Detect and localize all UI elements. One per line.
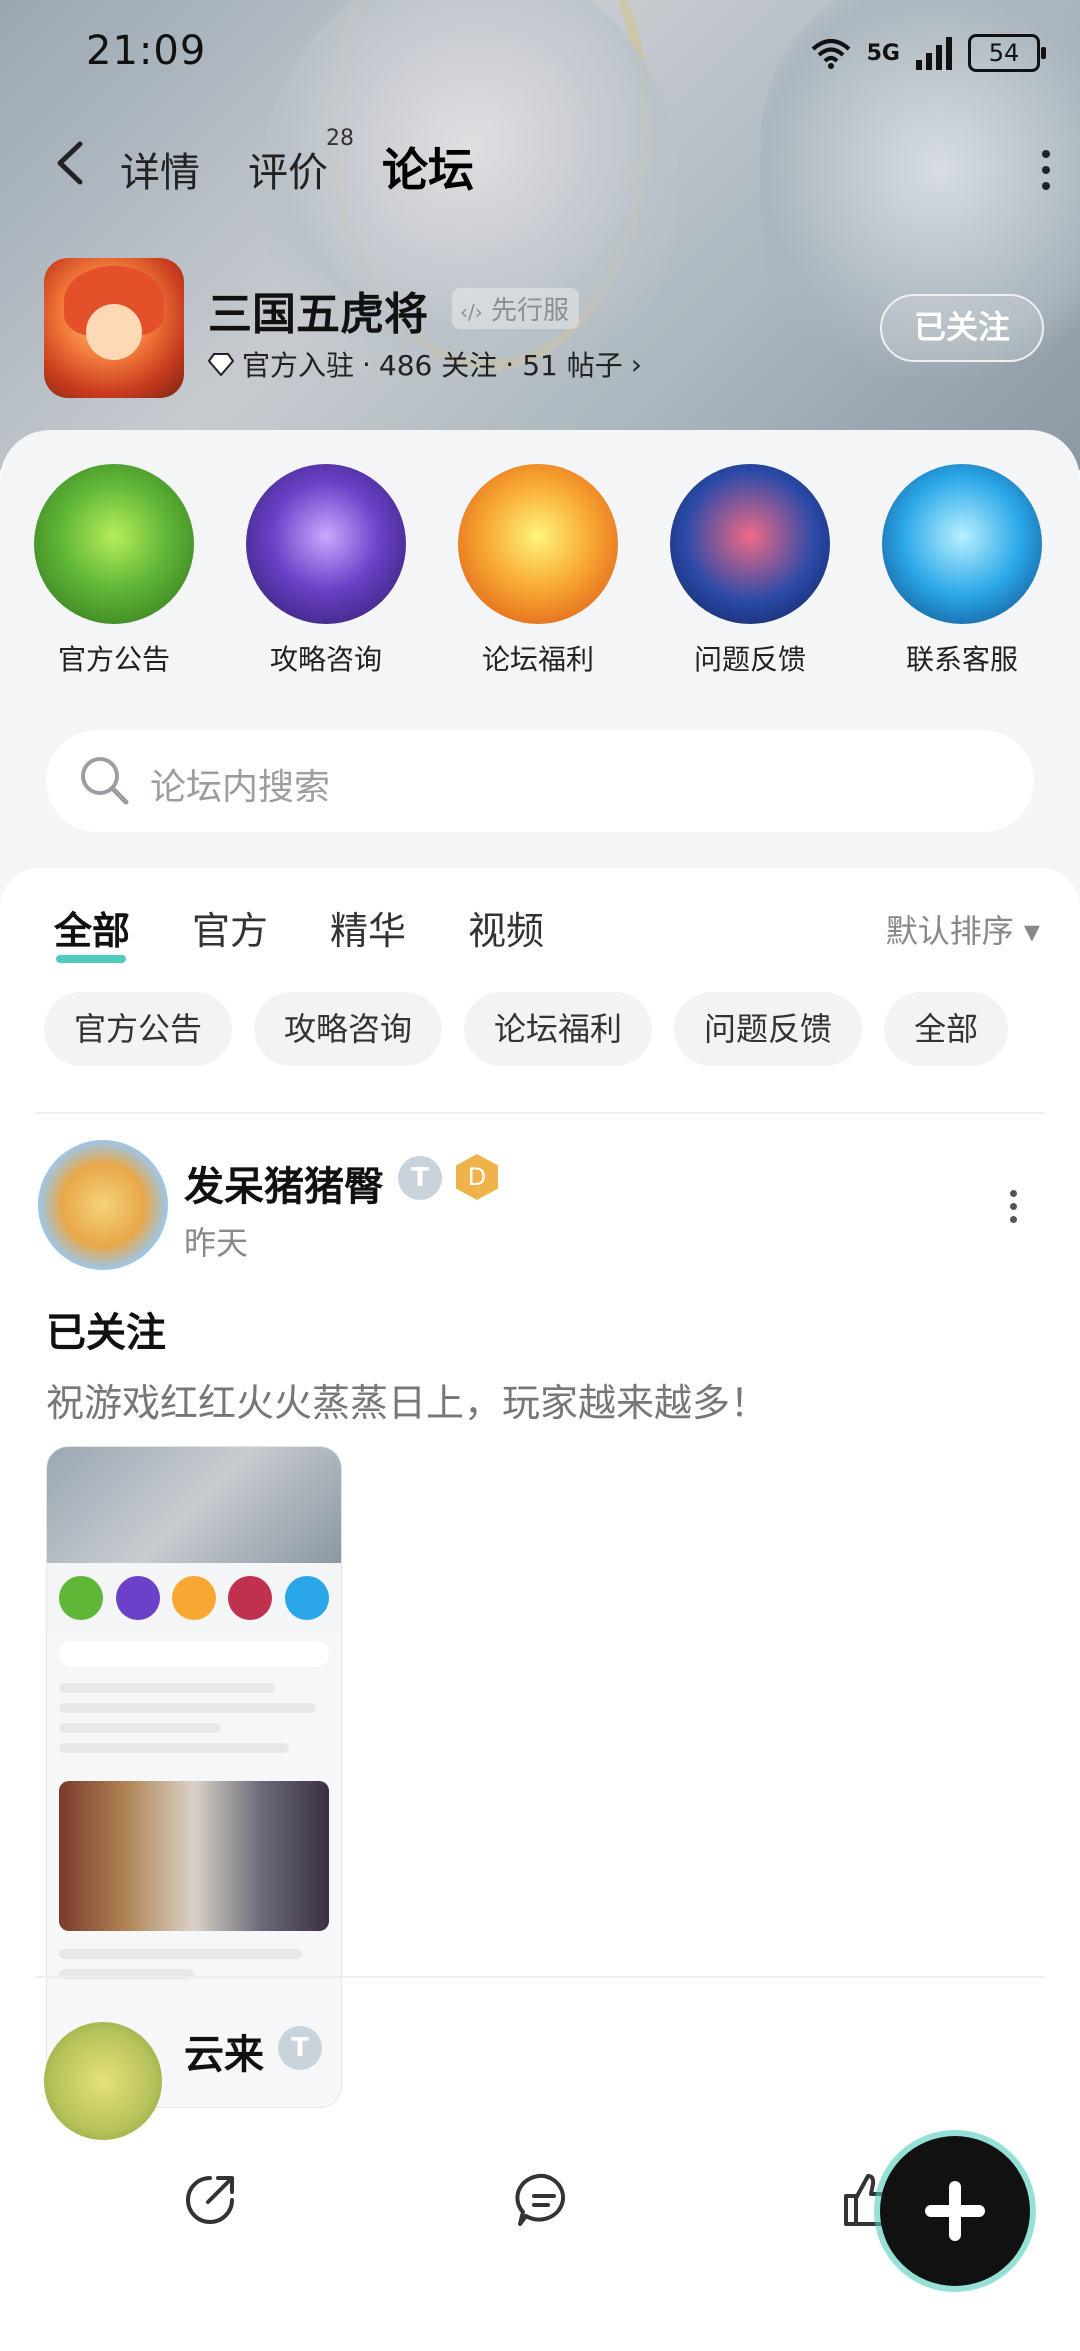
leaf-icon	[34, 464, 194, 624]
tab-video[interactable]: 视频	[468, 900, 544, 955]
game-meta[interactable]: 官方入驻 · 486 关注 · 51 帖子 ›	[208, 344, 642, 384]
category-label: 问题反馈	[693, 643, 806, 676]
flame-icon	[458, 464, 618, 624]
diamond-verified-icon	[208, 353, 234, 376]
category-benefits[interactable]: 论坛福利	[448, 464, 628, 678]
chip-announcements[interactable]: 官方公告	[44, 992, 233, 1066]
category-feedback[interactable]: 问题反馈	[660, 464, 840, 678]
posts-count: 51 帖子	[522, 349, 623, 382]
wifi-icon	[811, 39, 850, 69]
status-bar: 21:09 5G 54	[0, 0, 1080, 110]
user-honor-badge-icon: D	[456, 1154, 498, 1200]
game-icon[interactable]	[44, 258, 184, 398]
status-indicators: 5G 54	[809, 34, 1046, 72]
category-label: 论坛福利	[481, 643, 594, 676]
category-guides[interactable]: 攻略咨询	[236, 464, 416, 678]
post-date: 昨天	[184, 1224, 249, 1262]
create-post-button[interactable]	[880, 2136, 1030, 2286]
search-placeholder: 论坛内搜索	[150, 767, 331, 808]
reviews-count-badge: 28	[326, 126, 354, 151]
divider	[36, 1976, 1044, 1978]
post-feed: 全部 官方 精华 视频 默认排序 ▾ 官方公告 攻略咨询 论坛福利 问题反馈 全…	[0, 868, 1080, 2351]
share-icon[interactable]	[180, 2170, 240, 2230]
category-shortcuts: 官方公告 攻略咨询 论坛福利 问题反馈 联系客服	[0, 464, 1080, 684]
post-more-icon[interactable]	[1010, 1190, 1020, 1229]
game-title: 三国五虎将	[208, 289, 428, 340]
follow-button[interactable]: 已关注	[880, 294, 1044, 362]
beta-tag-label: 先行服	[491, 296, 570, 326]
post-image-thumbnail[interactable]	[46, 1446, 342, 2108]
sort-dropdown[interactable]: 默认排序 ▾	[886, 906, 1040, 952]
post-author[interactable]: 云来	[184, 2022, 264, 2080]
search-icon	[81, 757, 129, 805]
support-bubbles-icon	[882, 464, 1042, 624]
tab-details[interactable]: 详情	[120, 140, 200, 198]
tab-forum[interactable]: 论坛	[382, 134, 474, 204]
category-label: 攻略咨询	[269, 643, 382, 676]
chip-feedback[interactable]: 问题反馈	[674, 992, 863, 1066]
tab-official[interactable]: 官方	[192, 900, 268, 955]
status-time: 21:09	[86, 28, 207, 74]
network-type: 5G	[866, 40, 900, 66]
battery-icon: 54	[968, 34, 1046, 72]
topic-chips: 官方公告 攻略咨询 论坛福利 问题反馈 全部	[44, 992, 1009, 1066]
comment-icon[interactable]	[514, 2170, 574, 2230]
sword-icon	[246, 464, 406, 624]
back-arrow-icon[interactable]	[50, 138, 90, 188]
divider	[36, 1112, 1044, 1114]
tab-featured[interactable]: 精华	[330, 900, 406, 955]
post-author[interactable]: 发呆猪猪臀	[184, 1154, 384, 1212]
user-level-badge-icon: T	[398, 1156, 442, 1200]
category-label: 联系客服	[905, 643, 1018, 676]
code-icon: ‹/›	[460, 300, 483, 324]
forum-search-input[interactable]: 论坛内搜索	[46, 730, 1034, 832]
chevron-right-icon: ›	[630, 347, 642, 381]
top-navigation: 详情 评价 28 论坛	[0, 120, 1080, 210]
chip-guides[interactable]: 攻略咨询	[254, 992, 443, 1066]
more-options-icon[interactable]	[1040, 150, 1052, 190]
beta-server-tag: ‹/› 先行服	[452, 288, 580, 329]
category-announcements[interactable]: 官方公告	[24, 464, 204, 678]
followers-count: 486 关注	[378, 349, 498, 382]
avatar[interactable]	[38, 1140, 168, 1270]
chip-all[interactable]: 全部	[884, 992, 1009, 1066]
chip-benefits[interactable]: 论坛福利	[464, 992, 653, 1066]
verified-label: 官方入驻	[242, 349, 355, 382]
post-title: 已关注	[46, 1310, 166, 1356]
category-support[interactable]: 联系客服	[872, 464, 1052, 678]
tab-all[interactable]: 全部	[54, 900, 130, 963]
post-body: 祝游戏红红火火蒸蒸日上，玩家越来越多！	[46, 1381, 769, 1425]
user-level-badge-icon: T	[278, 2026, 322, 2070]
signal-icon	[916, 37, 952, 70]
category-label: 官方公告	[57, 643, 170, 676]
heart-icon	[670, 464, 830, 624]
tab-reviews[interactable]: 评价	[248, 140, 328, 198]
avatar[interactable]	[44, 2022, 162, 2140]
game-info-card: 三国五虎将 ‹/› 先行服 官方入驻 · 486 关注 · 51 帖子 › 已关…	[44, 258, 1044, 398]
